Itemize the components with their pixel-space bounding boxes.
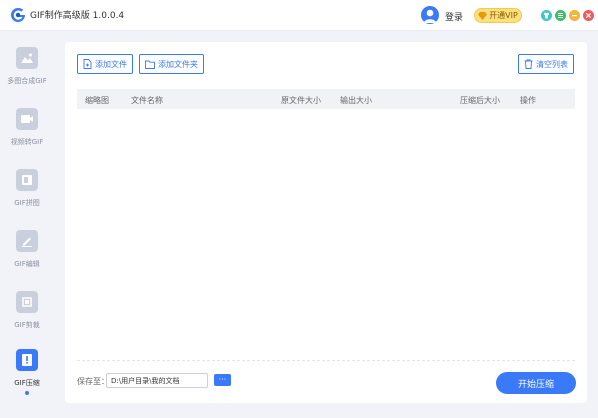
minimize-icon <box>572 15 577 17</box>
app-title: GIF制作高级版 1.0.0.4 <box>30 11 125 21</box>
image-icon <box>16 47 38 69</box>
add-folder-label: 添加文件夹 <box>158 59 198 69</box>
sidebar-item-label: 视频转GIF <box>10 138 44 146</box>
sidebar-item-label: GIF压缩 <box>14 379 40 387</box>
add-file-icon <box>83 59 92 69</box>
column-compressed-size: 压缩后大小 <box>460 96 500 105</box>
sidebar-item-label: GIF剪裁 <box>14 321 40 329</box>
sidebar-item-gif-crop[interactable]: GIF剪裁 <box>0 291 54 351</box>
column-thumbnail: 缩略图 <box>85 96 109 105</box>
sidebar-item-label: 多图合成GIF <box>7 77 47 85</box>
sidebar-item-gif-compress[interactable]: GIF压缩 <box>0 349 54 409</box>
sidebar-item-gif-edit[interactable]: GIF编辑 <box>0 230 54 290</box>
add-folder-icon <box>145 60 155 69</box>
sidebar-item-video-to-gif[interactable]: 视频转GIF <box>0 108 54 168</box>
column-actions: 操作 <box>520 96 536 105</box>
save-to-label: 保存至： <box>77 377 109 386</box>
clear-list-button[interactable]: 清空列表 <box>518 54 574 74</box>
column-original-size: 原文件大小 <box>281 96 321 105</box>
title-bar: GIF制作高级版 1.0.0.4 登录 开通VIP <box>0 0 598 31</box>
save-path-input[interactable]: D:\用户目录\我的文档 <box>106 373 208 388</box>
sidebar-item-gif-puzzle[interactable]: GIF拼图 <box>0 169 54 229</box>
clear-list-label: 清空列表 <box>536 59 568 69</box>
vip-label: 开通VIP <box>489 11 518 20</box>
trash-icon <box>524 59 533 69</box>
column-output-size: 输出大小 <box>340 96 372 105</box>
shirt-icon <box>544 12 549 19</box>
puzzle-icon <box>16 169 38 191</box>
video-icon <box>16 108 38 130</box>
start-compress-button[interactable]: 开始压缩 <box>496 372 576 394</box>
sidebar-item-label: GIF拼图 <box>14 199 40 207</box>
active-indicator <box>25 391 29 395</box>
add-folder-button[interactable]: 添加文件夹 <box>139 54 204 74</box>
browse-button[interactable]: ··· <box>214 374 231 386</box>
footer-divider <box>77 360 575 361</box>
file-table-header: 缩略图 文件名称 原文件大小 输出大小 压缩后大小 操作 <box>77 89 575 109</box>
menu-icon <box>558 13 563 18</box>
close-button[interactable] <box>583 10 594 21</box>
skin-button[interactable] <box>541 10 552 21</box>
main-panel: 添加文件 添加文件夹 清空列表 缩略图 文件名称 原文件大小 输出大小 压缩后大… <box>65 42 587 403</box>
open-vip-button[interactable]: 开通VIP <box>474 8 522 23</box>
user-avatar-icon[interactable] <box>421 6 439 24</box>
compress-icon <box>16 349 38 371</box>
close-icon <box>585 12 592 19</box>
sidebar-item-multi-image-gif[interactable]: 多图合成GIF <box>0 47 54 107</box>
login-link[interactable]: 登录 <box>445 10 463 23</box>
menu-button[interactable] <box>555 10 566 21</box>
add-file-label: 添加文件 <box>95 59 127 69</box>
crop-icon <box>16 291 38 313</box>
sidebar-item-label: GIF编辑 <box>14 260 40 268</box>
app-logo-icon <box>11 7 25 22</box>
edit-icon <box>16 230 38 252</box>
column-file-name: 文件名称 <box>131 96 163 105</box>
diamond-icon <box>478 11 488 20</box>
sidebar: 多图合成GIF 视频转GIF GIF拼图 GIF编辑 GIF剪裁 GIF压缩 <box>0 31 54 418</box>
add-file-button[interactable]: 添加文件 <box>77 54 133 74</box>
minimize-button[interactable] <box>569 10 580 21</box>
